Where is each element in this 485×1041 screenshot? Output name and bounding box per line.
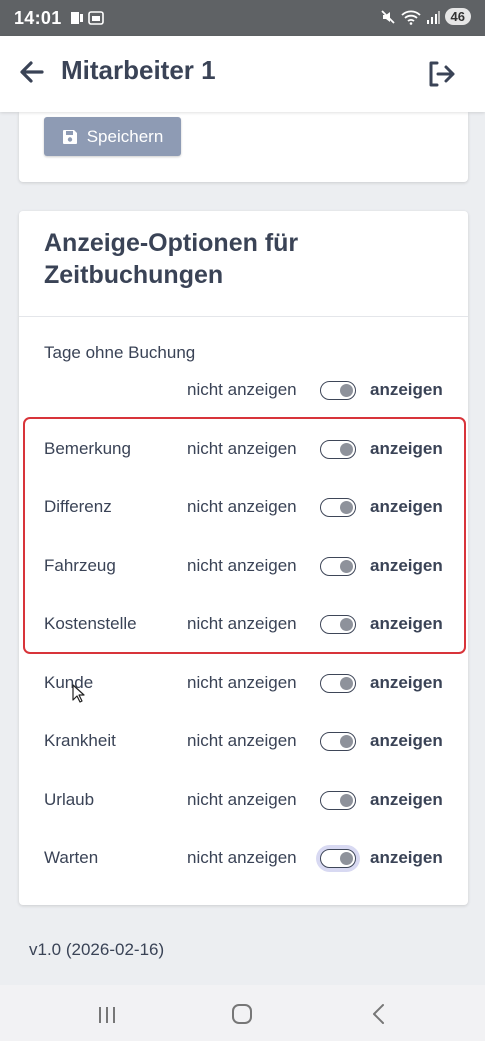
sim-icon [88, 11, 104, 25]
toggle-knob [340, 501, 353, 514]
option-on-label: anzeigen [370, 731, 443, 750]
back-icon[interactable] [364, 999, 394, 1029]
toggle-switch[interactable] [320, 674, 356, 693]
floppy-disk-icon [62, 129, 77, 144]
option-off-label: nicht anzeigen [187, 731, 297, 750]
toggle-knob [340, 852, 353, 865]
option-off-label: nicht anzeigen [187, 380, 297, 399]
option-label: Kostenstelle [44, 614, 137, 633]
option-row-urlaub: Urlaub nicht anzeigen anzeigen [19, 785, 468, 815]
toggle-switch[interactable] [320, 440, 356, 459]
option-off-label: nicht anzeigen [187, 673, 297, 692]
app-header: Mitarbeiter 1 [0, 36, 485, 112]
option-off-label: nicht anzeigen [187, 439, 297, 458]
option-on-label: anzeigen [370, 673, 443, 692]
toggle-switch[interactable] [320, 732, 356, 751]
toggle-switch[interactable] [320, 615, 356, 634]
toggle-knob [340, 384, 353, 397]
option-label: Differenz [44, 497, 112, 516]
option-on-label: anzeigen [370, 614, 443, 633]
wifi-icon [400, 10, 421, 25]
option-off-label: nicht anzeigen [187, 497, 297, 516]
toggle-switch[interactable] [320, 498, 356, 517]
version-label: v1.0 (2026-02-16) [29, 940, 165, 959]
display-options-card: Anzeige-Optionen für Zeitbuchungen Tage … [19, 211, 468, 905]
option-row-kunde: Kunde nicht anzeigen anzeigen [19, 668, 468, 698]
divider [19, 316, 468, 317]
section-heading: Anzeige-Optionen für Zeitbuchungen [44, 229, 299, 289]
option-label: Krankheit [44, 731, 116, 750]
option-row-warten: Warten nicht anzeigen anzeigen [19, 843, 468, 873]
option-on-label: anzeigen [370, 790, 443, 809]
save-button-label: Speichern [86, 126, 164, 146]
option-on-label: anzeigen [370, 380, 443, 399]
recent-apps-icon[interactable] [92, 999, 122, 1029]
option-row-krankheit: Krankheit nicht anzeigen anzeigen [19, 726, 468, 756]
option-label: Fahrzeug [44, 556, 116, 575]
option-on-label: anzeigen [370, 556, 443, 575]
signal-icon [426, 10, 440, 24]
toggle-knob [340, 560, 353, 573]
toggle-knob [340, 618, 353, 631]
option-row-tage-ohne-buchung: nicht anzeigen anzeigen [19, 375, 468, 405]
option-row-differenz: Differenz nicht anzeigen anzeigen [19, 492, 468, 522]
option-label: Bemerkung [44, 439, 131, 458]
toggle-switch[interactable] [320, 791, 356, 810]
option-row-fahrzeug: Fahrzeug nicht anzeigen anzeigen [19, 551, 468, 581]
option-off-label: nicht anzeigen [187, 790, 297, 809]
save-button[interactable]: Speichern [44, 117, 181, 156]
option-label-tage-ohne-buchung: Tage ohne Buchung [44, 343, 196, 362]
battery-indicator: 46 [444, 8, 471, 25]
toggle-switch[interactable] [320, 849, 356, 868]
system-navigation-bar [0, 985, 485, 1041]
status-time: 14:01 [14, 8, 62, 28]
option-off-label: nicht anzeigen [187, 556, 297, 575]
option-off-label: nicht anzeigen [187, 614, 297, 633]
toggle-knob [340, 735, 353, 748]
option-on-label: anzeigen [370, 439, 443, 458]
option-off-label: nicht anzeigen [187, 848, 297, 867]
page-title: Mitarbeiter 1 [61, 55, 216, 85]
home-icon[interactable] [227, 999, 257, 1029]
mute-icon [380, 9, 395, 24]
toggle-switch[interactable] [320, 557, 356, 576]
notification-icon [71, 12, 83, 24]
option-label: Warten [44, 848, 99, 867]
option-label: Urlaub [44, 790, 95, 809]
option-on-label: anzeigen [370, 497, 443, 516]
option-on-label: anzeigen [370, 848, 443, 867]
option-row-kostenstelle: Kostenstelle nicht anzeigen anzeigen [19, 609, 468, 639]
employee-form-card: Speichern [19, 112, 468, 182]
toggle-knob [340, 794, 353, 807]
toggle-switch[interactable] [320, 381, 356, 400]
status-bar: 14:01 46 [0, 0, 485, 36]
toggle-knob [340, 677, 353, 690]
back-arrow-icon[interactable] [16, 56, 48, 88]
toggle-knob [340, 443, 353, 456]
mouse-cursor-icon [72, 684, 85, 703]
option-row-bemerkung: Bemerkung nicht anzeigen anzeigen [19, 434, 468, 464]
logout-icon[interactable] [425, 58, 457, 90]
